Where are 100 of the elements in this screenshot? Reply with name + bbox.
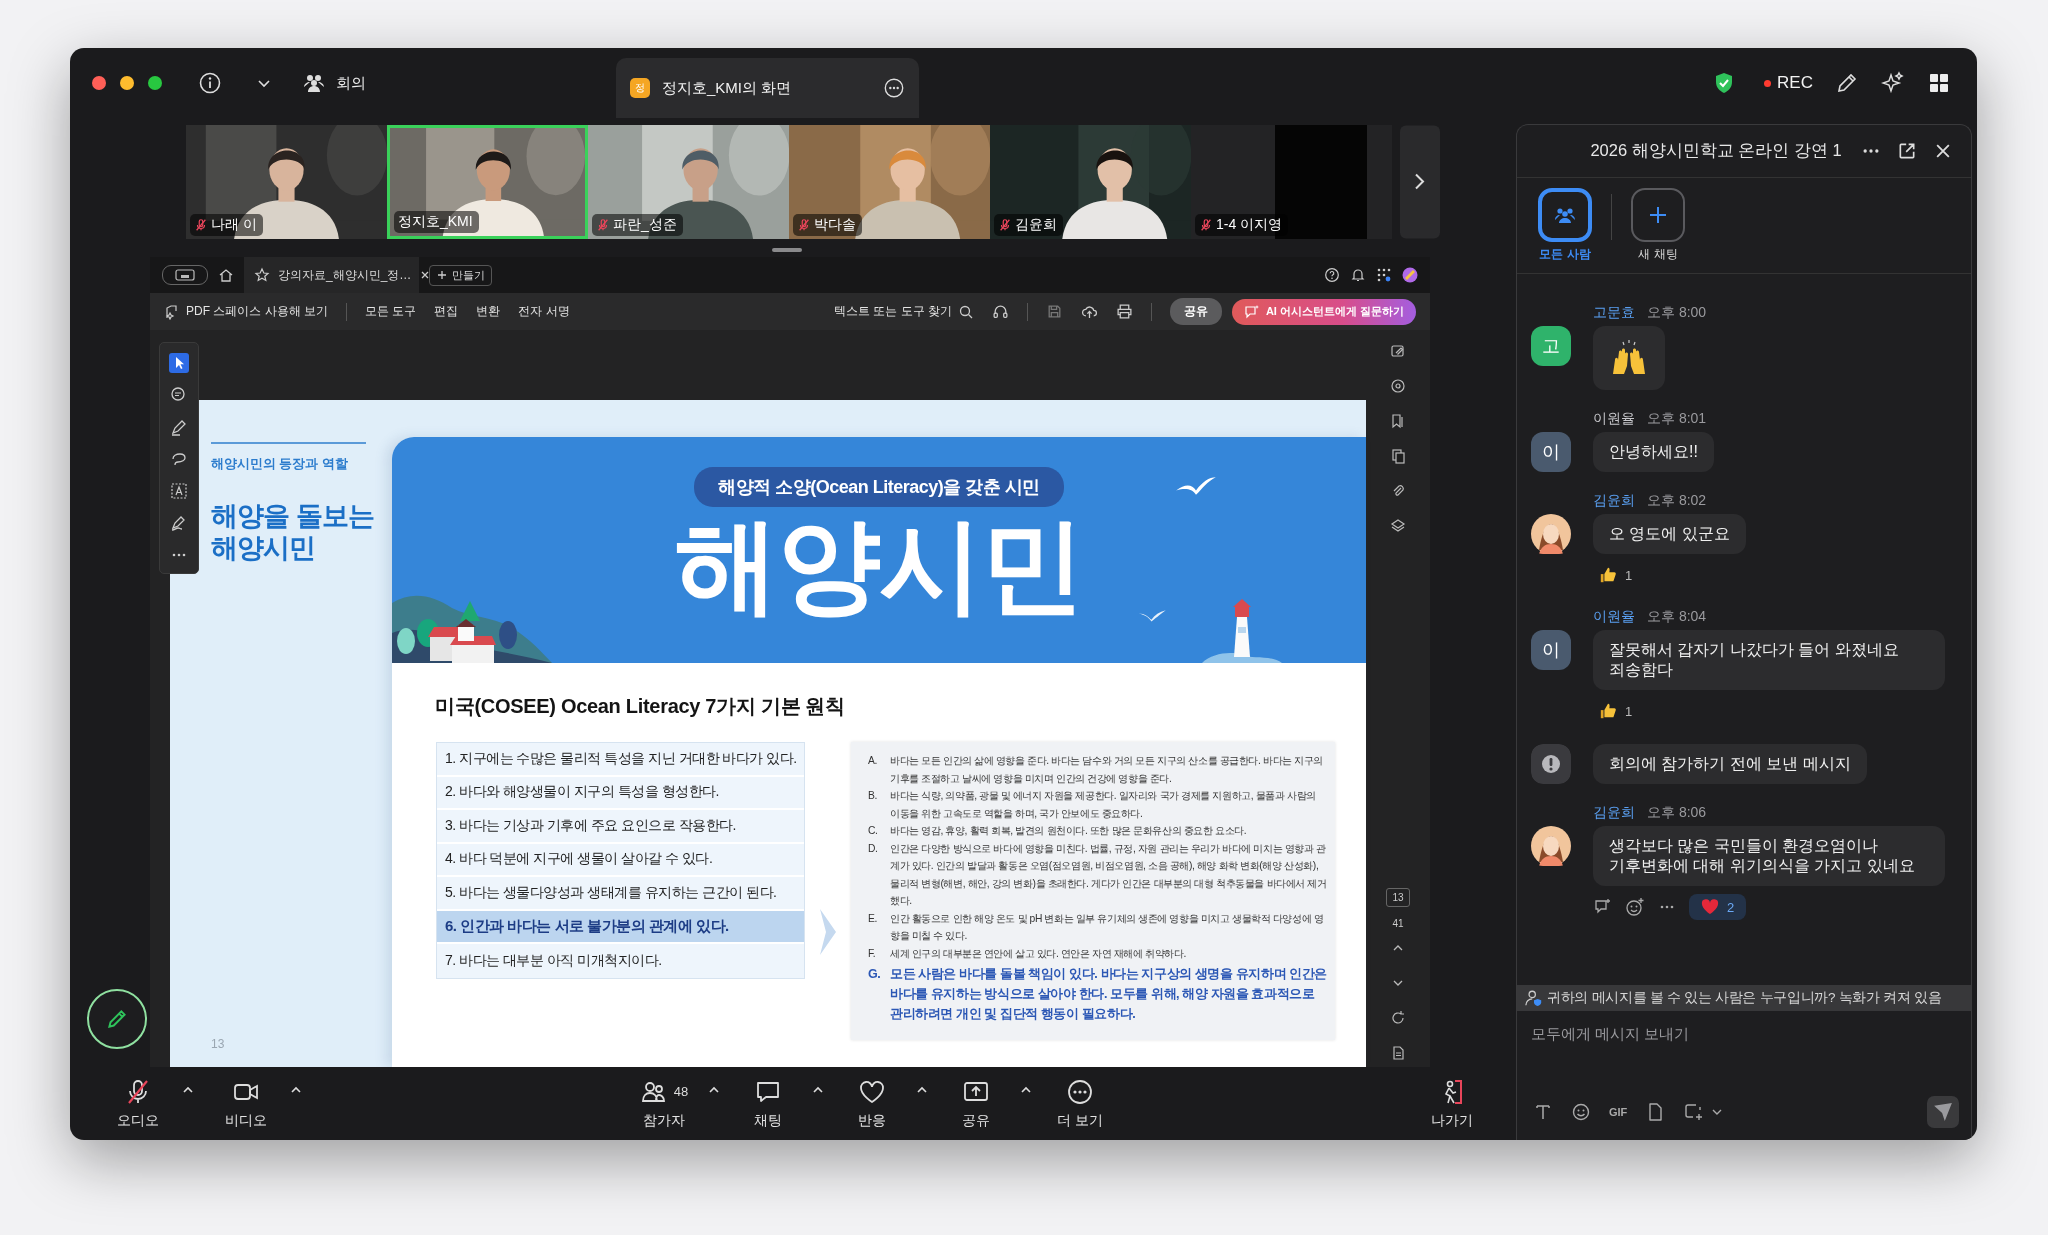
sender-name[interactable]: 고문효: [1593, 304, 1635, 322]
toolbar-menu-item[interactable]: 전자 서명: [518, 303, 570, 320]
sparkle-document-icon: [164, 303, 180, 320]
video-tile[interactable]: 김윤희: [990, 125, 1191, 239]
principle-item: 7. 바다는 대부분 아직 미개척지이다.: [444, 950, 663, 970]
grid-icon[interactable]: [1927, 71, 1951, 95]
item-letter: C.: [868, 824, 879, 838]
gif-button[interactable]: GIF: [1609, 1106, 1628, 1118]
sender-name[interactable]: 김윤희: [1593, 492, 1635, 510]
cursor-icon[interactable]: [169, 353, 189, 373]
reaction-chip[interactable]: 2: [1689, 894, 1747, 920]
pencil-icon[interactable]: [1835, 71, 1859, 95]
document-icon[interactable]: [1390, 1045, 1406, 1061]
video-tile[interactable]: 파란_성준: [588, 125, 789, 239]
emoji-icon[interactable]: [1571, 1102, 1591, 1122]
detail-text: 인간 활동으로 인한 해양 온도 및 pH 변화는 일부 유기체의 생존에 영향을 미치고 생물학적 다양성에 영향을 미칠 수 있다.: [890, 911, 1325, 943]
user-avatar-icon[interactable]: [1402, 267, 1418, 283]
caret-icon[interactable]: [1711, 1108, 1724, 1116]
avatar[interactable]: [1531, 826, 1571, 866]
annotate-button[interactable]: [87, 989, 147, 1049]
text-box-icon[interactable]: [169, 481, 189, 501]
share-button[interactable]: 공유: [936, 1077, 1016, 1130]
toolbar-menu-item[interactable]: 모든 도구: [365, 303, 417, 320]
current-page[interactable]: 13: [1386, 888, 1410, 907]
avatar[interactable]: 이: [1531, 630, 1571, 670]
tool-search-button[interactable]: 텍스트 또는 도구 찾기: [833, 303, 974, 320]
meeting-button[interactable]: 회의: [302, 71, 366, 95]
participant-name: 파란_성준: [613, 216, 677, 234]
more-icon[interactable]: [883, 77, 905, 99]
message-time: 오후 8:02: [1647, 492, 1707, 510]
person-shield-icon: [1525, 989, 1543, 1007]
sidebar-button[interactable]: [162, 265, 208, 285]
info-icon[interactable]: [198, 71, 222, 95]
comment-icon[interactable]: [1390, 378, 1406, 394]
thumbs-up-icon: [1599, 702, 1617, 720]
pages-icon[interactable]: [1390, 448, 1406, 464]
refresh-icon[interactable]: [1390, 1010, 1406, 1026]
avatar[interactable]: 이: [1531, 432, 1571, 472]
participants-button[interactable]: 48 참가자: [624, 1077, 704, 1130]
chat-sparkle-icon: [1243, 303, 1260, 320]
bell-icon[interactable]: [1350, 267, 1366, 283]
recording-label[interactable]: REC: [1777, 73, 1813, 93]
layers-icon[interactable]: [1390, 518, 1406, 534]
reaction-chip[interactable]: 1: [1593, 562, 1639, 588]
sender-name[interactable]: 김윤희: [1593, 804, 1635, 822]
sender-name[interactable]: 이원율: [1593, 410, 1635, 428]
participant-name: 1-4 이지영: [1216, 216, 1283, 234]
edit-page-icon[interactable]: [1390, 343, 1406, 359]
video-button[interactable]: 비디오: [206, 1077, 286, 1130]
audio-button[interactable]: 오디오: [98, 1077, 178, 1130]
drag-handle[interactable]: [772, 248, 802, 252]
reaction-chip[interactable]: 1: [1593, 698, 1639, 724]
message-time: 오후 8:00: [1647, 304, 1707, 322]
video-tile[interactable]: 정지호_KMI: [387, 125, 588, 239]
banner-title: 해양시민: [675, 511, 1083, 621]
principle-item: 3. 바다는 기상과 기후에 주요 요인으로 작용한다.: [437, 810, 804, 844]
message-input[interactable]: 모두에게 메시지 보내기: [1517, 1011, 1971, 1056]
participant-name: 박다솔: [814, 216, 856, 234]
text-format-icon[interactable]: [1533, 1102, 1553, 1122]
send-icon[interactable]: [1927, 1096, 1959, 1128]
apps-icon[interactable]: [1376, 267, 1392, 283]
share-tab[interactable]: 정 정지호_KMI의 화면: [616, 58, 919, 118]
leave-button[interactable]: 나가기: [1412, 1077, 1492, 1130]
close-window-button[interactable]: [92, 76, 106, 90]
home-icon[interactable]: [218, 267, 234, 283]
share-button[interactable]: 공유: [1169, 298, 1222, 325]
thumbs-up-icon: [1599, 566, 1617, 584]
new-tab-button[interactable]: 만들기: [429, 264, 492, 286]
star-icon: [254, 267, 270, 283]
video-tile[interactable]: 1-4 이지영: [1191, 125, 1392, 239]
page-number: 13: [211, 1037, 226, 1051]
detail-text: 모든 사람은 바다를 돌볼 책임이 있다. 바다는 지구상의 생명을 유지하며 인간은 바다를 유지하는 방식으로 살아야 한다. 모두를 위해, 해양 자원을 효과적으로 관리하려면 개인 및 집단적 행동이 필요하다.: [890, 966, 1327, 1023]
printer-icon[interactable]: [1115, 303, 1133, 320]
item-letter: G.: [868, 966, 882, 983]
zoom-window-button[interactable]: [148, 76, 162, 90]
sender-name[interactable]: 이원율: [1593, 608, 1635, 626]
more-button[interactable]: 더 보기: [1040, 1077, 1120, 1130]
sparkle-icon[interactable]: [1881, 71, 1905, 95]
screenshot-icon[interactable]: [1683, 1102, 1704, 1122]
visibility-notice[interactable]: 귀하의 메시지를 볼 수 있는 사람은 누구입니까? 녹화가 켜져 있음: [1517, 985, 1971, 1011]
add-reaction-icon[interactable]: [1625, 897, 1645, 917]
toolbar-menu-item[interactable]: 편집: [434, 303, 459, 320]
avatar[interactable]: [1531, 514, 1571, 554]
message-bubble: 생각보다 많은 국민들이 환경오염이나 기후변화에 대해 위기의식을 가지고 있네요: [1593, 826, 1945, 886]
help-icon[interactable]: [1324, 267, 1340, 283]
video-tile[interactable]: 나래 이: [186, 125, 387, 239]
pdf-space-button[interactable]: PDF 스페이스 사용해 보기: [164, 303, 328, 320]
participant-name: 김윤희: [1015, 216, 1057, 234]
headphones-icon[interactable]: [991, 303, 1009, 320]
panel-icon: [175, 269, 195, 281]
cloud-upload-icon[interactable]: [1080, 303, 1098, 320]
ai-assistant-button[interactable]: AI 어시스턴트에게 질문하기: [1231, 298, 1416, 325]
pop-out-icon[interactable]: [1897, 141, 1917, 161]
chat-button[interactable]: 채팅: [728, 1077, 808, 1130]
bookmark-icon[interactable]: [1390, 413, 1406, 429]
reactions-button[interactable]: 반응: [832, 1077, 912, 1130]
video-tile[interactable]: 박다솔: [789, 125, 990, 239]
minimize-window-button[interactable]: [120, 76, 134, 90]
system-message: 회의에 참가하기 전에 보낸 메시지: [1593, 744, 1867, 784]
toolbar-menu-item[interactable]: 변환: [476, 303, 501, 320]
